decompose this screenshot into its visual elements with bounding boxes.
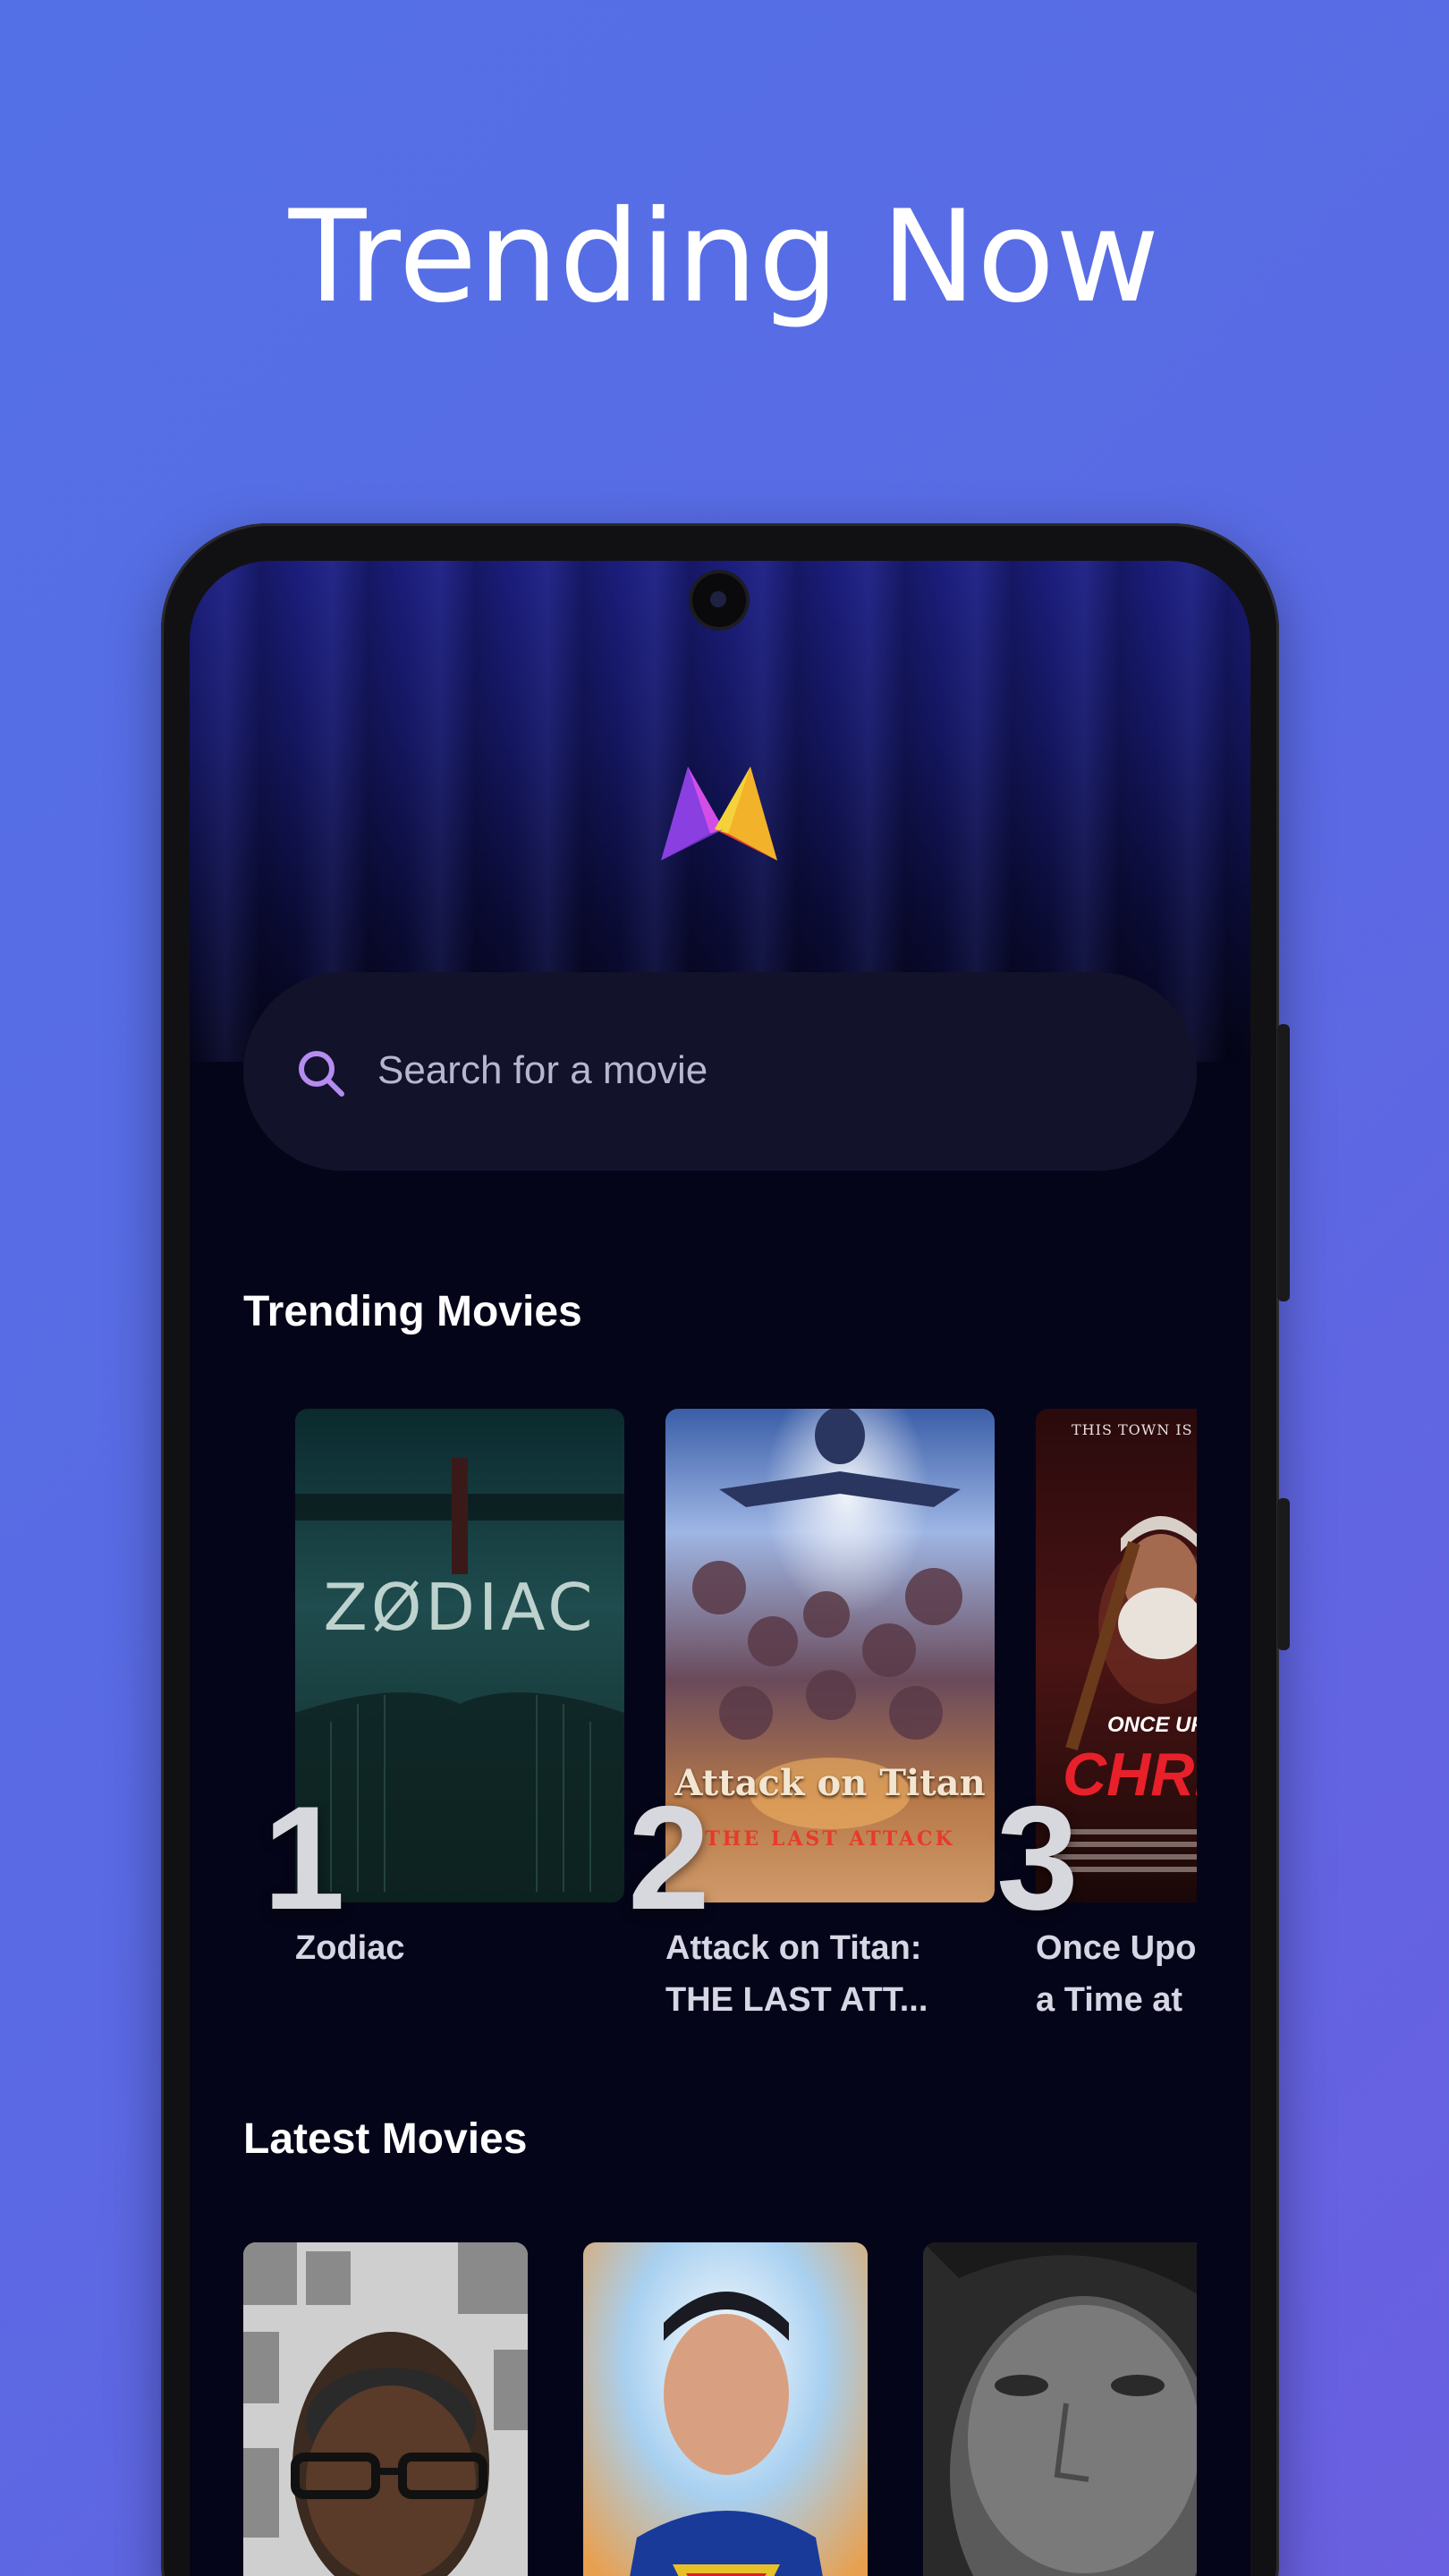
latest-poster-1 bbox=[243, 2242, 528, 2576]
promo-headline: Trending Now bbox=[288, 183, 1161, 331]
search-icon bbox=[299, 1051, 344, 1097]
latest-poster-2 bbox=[583, 2242, 868, 2576]
latest-card-1[interactable] bbox=[243, 2242, 528, 2576]
zodiac-poster-title: ZØDIAC bbox=[323, 1570, 597, 1645]
front-camera bbox=[692, 573, 746, 627]
phone-volume-button bbox=[1277, 1498, 1290, 1650]
carousel-edge-mask bbox=[1197, 1366, 1250, 1992]
once-upon-poster-subtitle: CHRI bbox=[1063, 1741, 1212, 1809]
trending-title-zodiac[interactable]: Zodiac bbox=[295, 1922, 599, 1974]
latest-poster-3 bbox=[923, 2242, 1208, 2576]
app-logo-icon bbox=[661, 767, 777, 860]
trending-card-attack-on-titan[interactable]: Attack on Titan THE LAST ATTACK bbox=[665, 1409, 995, 1902]
latest-card-3[interactable] bbox=[923, 2242, 1208, 2576]
trending-movies-heading: Trending Movies bbox=[243, 1288, 582, 1335]
trending-title-attack-on-titan[interactable]: Attack on Titan: THE LAST ATT... bbox=[665, 1922, 970, 2026]
aot-poster-subtitle: THE LAST ATTACK bbox=[705, 1827, 955, 1851]
latest-card-2[interactable] bbox=[583, 2242, 868, 2576]
search-input[interactable] bbox=[377, 1035, 1147, 1106]
rank-number: 3 bbox=[996, 1775, 1079, 1940]
app-screen: Trending Movies ZØDIAC 1 Zodiac bbox=[190, 561, 1250, 2576]
latest-movies-heading: Latest Movies bbox=[243, 2115, 528, 2163]
rank-number: 1 bbox=[263, 1775, 345, 1940]
carousel-edge-mask bbox=[1197, 2233, 1250, 2576]
phone-power-button bbox=[1277, 1024, 1290, 1301]
rank-number: 2 bbox=[628, 1775, 710, 1940]
aot-poster-title: Attack on Titan bbox=[674, 1762, 986, 1804]
search-bar[interactable] bbox=[243, 972, 1197, 1171]
